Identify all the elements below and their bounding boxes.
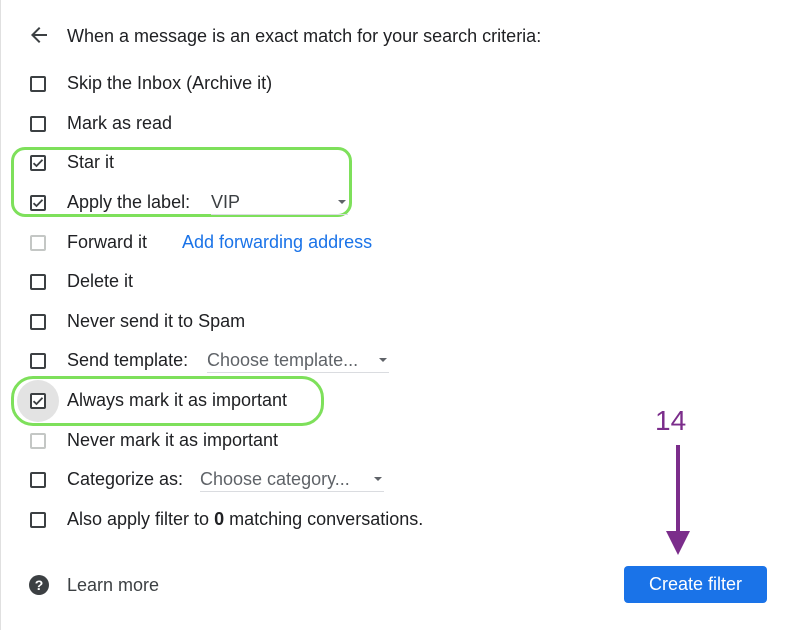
star-it-checkbox[interactable] — [30, 155, 46, 171]
also-apply-checkbox[interactable] — [30, 512, 46, 528]
forward-it-checkbox[interactable] — [30, 235, 46, 251]
help-icon[interactable]: ? — [29, 575, 49, 595]
dropdown-caret-icon — [379, 358, 387, 362]
delete-it-checkbox[interactable] — [30, 274, 46, 290]
always-important-label: Always mark it as important — [67, 390, 288, 410]
create-filter-button[interactable]: Create filter — [624, 566, 767, 603]
star-it-label: Star it — [67, 152, 115, 172]
panel-left-border — [0, 0, 1, 630]
step-number-annotation: 14 — [655, 405, 687, 436]
add-forwarding-address-link[interactable]: Add forwarding address — [182, 230, 372, 254]
send-template-label: Send template: — [67, 350, 189, 370]
skip-inbox-label: Skip the Inbox (Archive it) — [67, 73, 273, 93]
apply-label-label: Apply the label: — [67, 192, 191, 212]
also-apply-label: Also apply filter to 0 matching conversa… — [67, 507, 423, 531]
also-apply-prefix: Also apply filter to — [67, 509, 210, 529]
matching-count: 0 — [214, 509, 225, 529]
also-apply-suffix: matching conversations. — [229, 509, 424, 529]
never-spam-checkbox[interactable] — [30, 314, 46, 330]
send-template-checkbox[interactable] — [30, 353, 46, 369]
mark-read-label: Mark as read — [67, 113, 173, 133]
mark-read-checkbox[interactable] — [30, 116, 46, 132]
check-icon — [32, 159, 44, 168]
never-spam-label: Never send it to Spam — [67, 311, 246, 331]
criteria-heading: When a message is an exact match for you… — [67, 26, 542, 46]
categorize-checkbox[interactable] — [30, 472, 46, 488]
template-select-value: Choose template... — [207, 350, 359, 370]
apply-label-checkbox[interactable] — [30, 195, 46, 211]
label-select-value: VIP — [211, 192, 241, 212]
forward-it-label: Forward it — [67, 232, 148, 252]
dropdown-caret-icon — [338, 200, 346, 204]
back-arrow-icon[interactable] — [27, 23, 51, 47]
category-select-value: Choose category... — [200, 469, 350, 489]
check-icon — [32, 199, 44, 208]
always-important-checkbox[interactable] — [30, 393, 46, 409]
skip-inbox-checkbox[interactable] — [30, 76, 46, 92]
check-icon — [32, 397, 44, 406]
categorize-label: Categorize as: — [67, 469, 184, 489]
learn-more-link[interactable]: Learn more — [67, 573, 159, 597]
annotation-arrow-icon — [666, 445, 690, 555]
dropdown-caret-icon — [374, 477, 382, 481]
never-important-label: Never mark it as important — [67, 430, 279, 450]
template-select[interactable]: Choose template... — [207, 348, 389, 373]
never-important-checkbox[interactable] — [30, 433, 46, 449]
delete-it-label: Delete it — [67, 271, 134, 291]
category-select[interactable]: Choose category... — [200, 467, 384, 492]
label-select[interactable]: VIP — [211, 190, 348, 215]
